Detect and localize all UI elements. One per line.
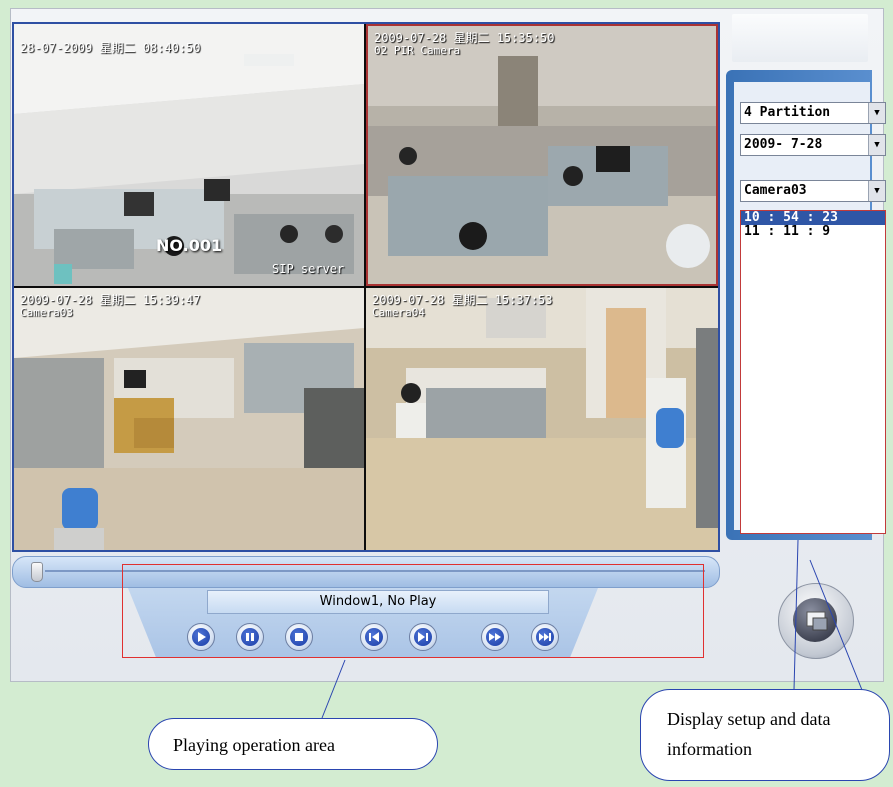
playing-area-callout: Playing operation area	[148, 718, 438, 770]
playing-area-callout-text: Playing operation area	[173, 735, 335, 755]
display-setup-callout-text: Display setup and data information	[667, 709, 831, 759]
annotation-lines	[321, 539, 863, 719]
display-setup-callout: Display setup and data information	[640, 689, 890, 781]
